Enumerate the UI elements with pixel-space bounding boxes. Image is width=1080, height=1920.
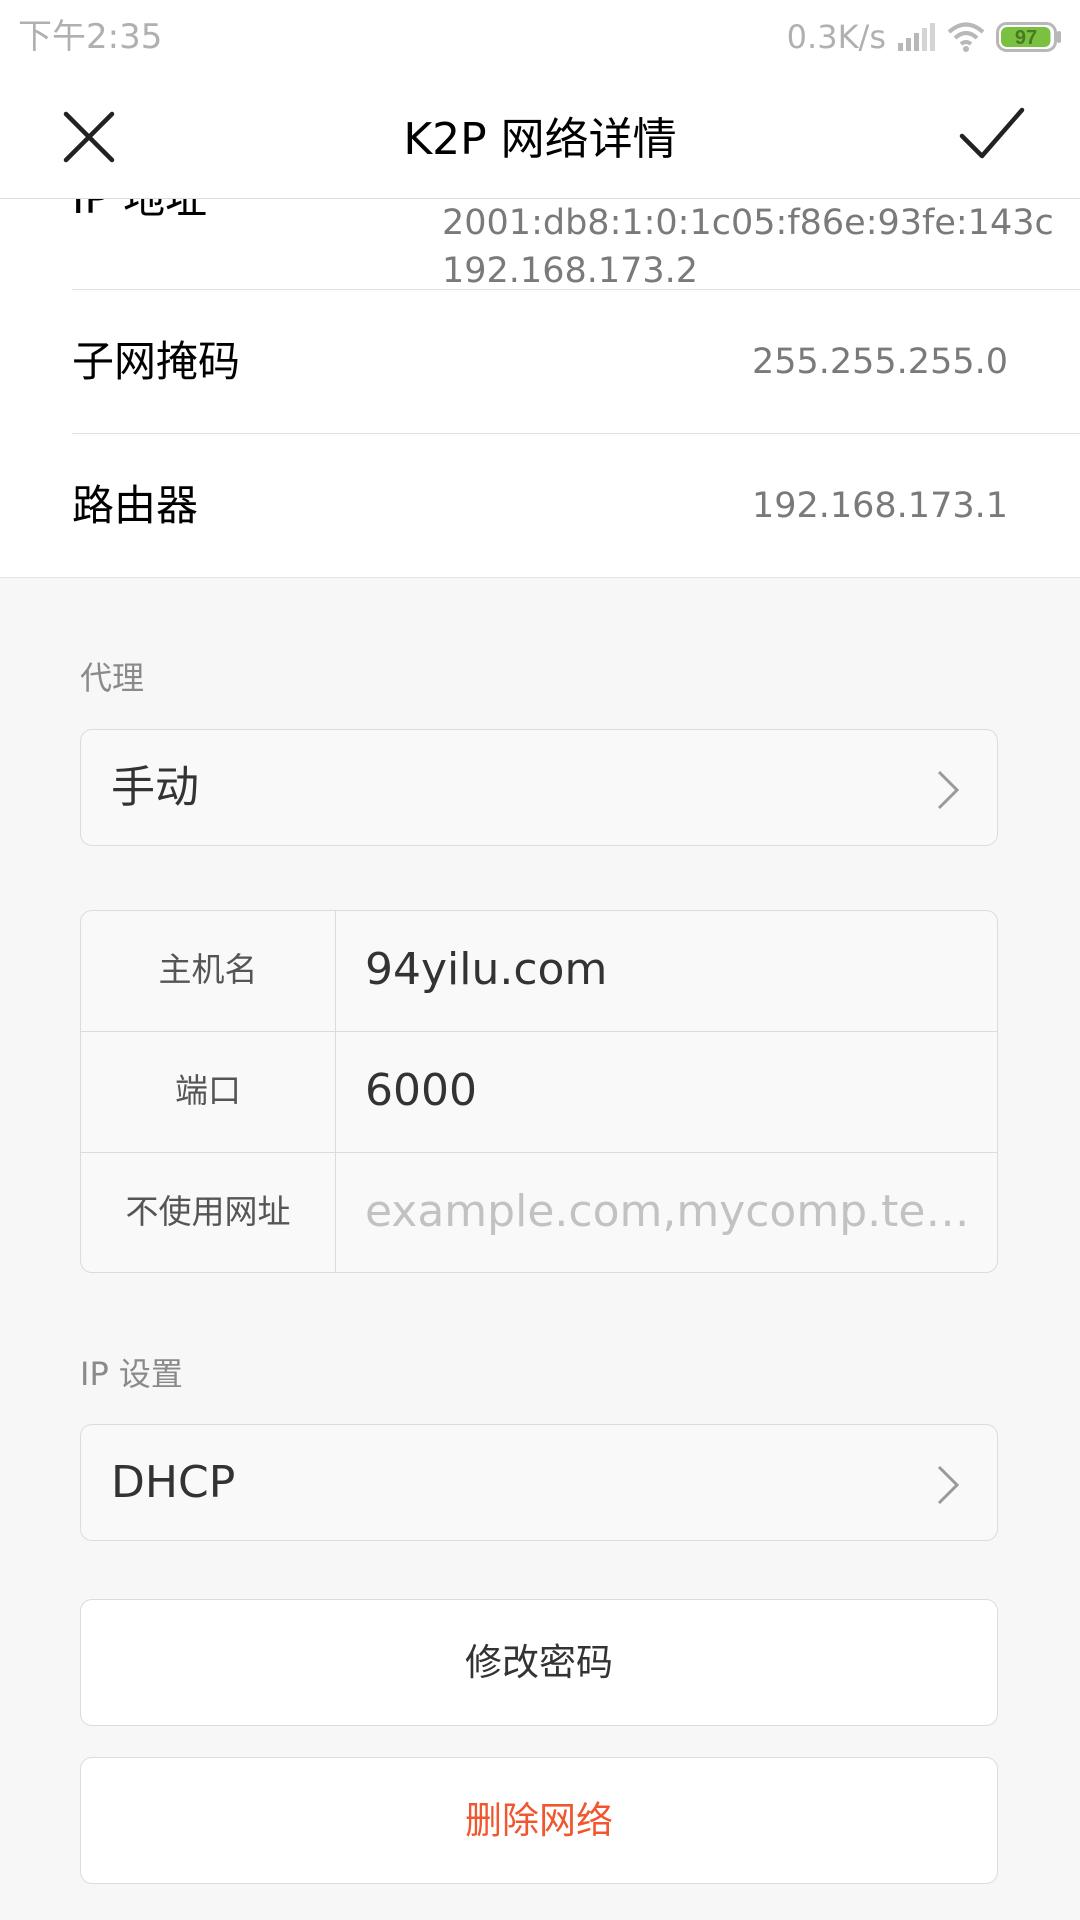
- router-row: 路由器 192.168.173.1: [0, 434, 1080, 577]
- ip-settings-value: DHCP: [111, 1457, 236, 1508]
- battery-level-text: 97: [1015, 27, 1037, 49]
- subnet-mask-label: 子网掩码: [72, 337, 241, 386]
- chevron-right-icon: [937, 1465, 960, 1505]
- ip-settings-section-label: IP 设置: [80, 1355, 183, 1393]
- subnet-mask-row: 子网掩码 255.255.255.0: [0, 290, 1080, 434]
- change-password-button[interactable]: 修改密码: [80, 1599, 998, 1726]
- router-label: 路由器: [72, 481, 199, 530]
- proxy-hostname-label: 主机名: [158, 950, 258, 989]
- ipv4-address: 192.168.173.2: [442, 251, 699, 291]
- ip-address-values: 2001:db8:1:0:1c05:f86e:93fe:143c 192.168…: [442, 199, 1054, 295]
- proxy-bypass-row: 不使用网址 example.com,mycomp.test.c...: [81, 1153, 997, 1272]
- header: K2P 网络详情: [0, 80, 1080, 199]
- ip-address-row: IP 地址 2001:db8:1:0:1c05:f86e:93fe:143c 1…: [0, 199, 1080, 291]
- wifi-icon: [947, 22, 985, 52]
- router-value: 192.168.173.1: [751, 486, 1008, 526]
- network-info-section: IP 地址 2001:db8:1:0:1c05:f86e:93fe:143c 1…: [0, 199, 1080, 578]
- status-bar: 下午2:35 0.3K/s 97: [0, 0, 1080, 80]
- subnet-mask-value: 255.255.255.0: [751, 342, 1008, 382]
- proxy-bypass-label: 不使用网址: [125, 1192, 291, 1231]
- ip-address-label: IP 地址: [72, 199, 207, 229]
- delete-network-button[interactable]: 删除网络: [80, 1757, 998, 1884]
- battery-icon: 97: [996, 22, 1061, 52]
- check-icon[interactable]: [956, 104, 1028, 166]
- proxy-mode-value: 手动: [111, 762, 199, 813]
- chevron-right-icon: [937, 770, 960, 810]
- status-time: 下午2:35: [18, 17, 163, 57]
- proxy-section-label: 代理: [80, 659, 145, 697]
- net-speed: 0.3K/s: [786, 18, 886, 56]
- status-indicators: 0.3K/s 97: [787, 14, 1062, 60]
- ipv6-address: 2001:db8:1:0:1c05:f86e:93fe:143c: [442, 203, 1054, 243]
- proxy-port-label: 端口: [175, 1071, 241, 1110]
- proxy-port-row: 端口 6000: [81, 1032, 997, 1152]
- proxy-bypass-input[interactable]: example.com,mycomp.test.c...: [365, 1183, 985, 1241]
- proxy-port-input[interactable]: 6000: [365, 1062, 985, 1120]
- signal-icon: [898, 23, 935, 51]
- proxy-hostname-row: 主机名 94yilu.com: [81, 911, 997, 1031]
- proxy-mode-selector[interactable]: 手动: [80, 729, 998, 846]
- proxy-settings-table: 主机名 94yilu.com 端口 6000 不使用网址 example.com…: [80, 910, 998, 1273]
- page-title: K2P 网络详情: [403, 114, 677, 165]
- proxy-hostname-input[interactable]: 94yilu.com: [365, 941, 985, 999]
- ip-settings-selector[interactable]: DHCP: [80, 1424, 998, 1541]
